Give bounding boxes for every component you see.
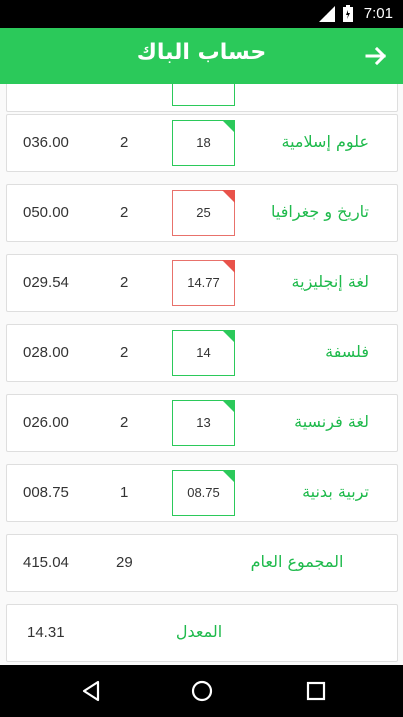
- subject-coef: 2: [120, 414, 129, 431]
- average-row: 14.31 المعدل: [6, 604, 398, 662]
- sum-row: 415.04 29 المجموع العام: [6, 534, 398, 592]
- battery-icon: [343, 5, 353, 22]
- back-icon[interactable]: [79, 679, 103, 703]
- status-corner: [222, 120, 235, 133]
- subject-total: 050.00: [23, 204, 69, 221]
- subject-name: تربية بدنية: [302, 482, 369, 501]
- subject-total: 036.00: [23, 134, 69, 151]
- sum-total: 415.04: [23, 554, 69, 571]
- grade-field[interactable]: 08.75: [172, 470, 235, 516]
- list-item: 050.00 2 25 تاريخ و جغرافيا: [6, 184, 398, 242]
- status-corner: [222, 330, 235, 343]
- page-title: حساب الباك: [136, 40, 267, 65]
- list-item: 036.00 2 18 علوم إسلامية: [6, 114, 398, 172]
- sum-label: المجموع العام: [250, 552, 344, 571]
- subject-total: 008.75: [23, 484, 69, 501]
- list-item: 028.00 2 14 فلسفة: [6, 324, 398, 382]
- list-item: [6, 84, 398, 112]
- list-item: 026.00 2 13 لغة فرنسية: [6, 394, 398, 452]
- subject-coef: 1: [120, 484, 129, 501]
- grade-field[interactable]: 14.77: [172, 260, 235, 306]
- status-bar: H 7:01: [0, 0, 403, 28]
- recents-icon[interactable]: [304, 679, 328, 703]
- status-corner: [222, 400, 235, 413]
- grade-field[interactable]: 13: [172, 400, 235, 446]
- signal-icon: H: [319, 6, 335, 22]
- arrow-right-icon[interactable]: [362, 42, 390, 70]
- grade-field[interactable]: 14: [172, 330, 235, 376]
- subject-total: 028.00: [23, 344, 69, 361]
- subject-coef: 2: [120, 134, 129, 151]
- results-list[interactable]: 036.00 2 18 علوم إسلامية 050.00 2 25 تار…: [0, 84, 403, 665]
- subject-name: تاريخ و جغرافيا: [271, 202, 369, 221]
- home-icon[interactable]: [190, 679, 214, 703]
- status-corner: [222, 260, 235, 273]
- subject-coef: 2: [120, 274, 129, 291]
- subject-name: لغة إنجليزية: [291, 272, 369, 291]
- subject-name: فلسفة: [325, 342, 369, 361]
- subject-name: لغة فرنسية: [294, 412, 369, 431]
- clock: 7:01: [363, 5, 393, 22]
- grade-field[interactable]: 18: [172, 120, 235, 166]
- sum-coef: 29: [116, 554, 133, 571]
- app-bar: حساب الباك: [0, 28, 403, 84]
- svg-text:H: H: [321, 8, 327, 17]
- subject-coef: 2: [120, 204, 129, 221]
- list-item: 008.75 1 08.75 تربية بدنية: [6, 464, 398, 522]
- subject-name: علوم إسلامية: [281, 132, 369, 151]
- status-corner: [222, 470, 235, 483]
- average-label: المعدل: [175, 622, 223, 641]
- grade-field[interactable]: 25: [172, 190, 235, 236]
- status-corner: [222, 190, 235, 203]
- subject-coef: 2: [120, 344, 129, 361]
- list-item: 029.54 2 14.77 لغة إنجليزية: [6, 254, 398, 312]
- navigation-bar: [0, 665, 403, 717]
- grade-field[interactable]: [172, 84, 235, 106]
- subject-total: 029.54: [23, 274, 69, 291]
- subject-total: 026.00: [23, 414, 69, 431]
